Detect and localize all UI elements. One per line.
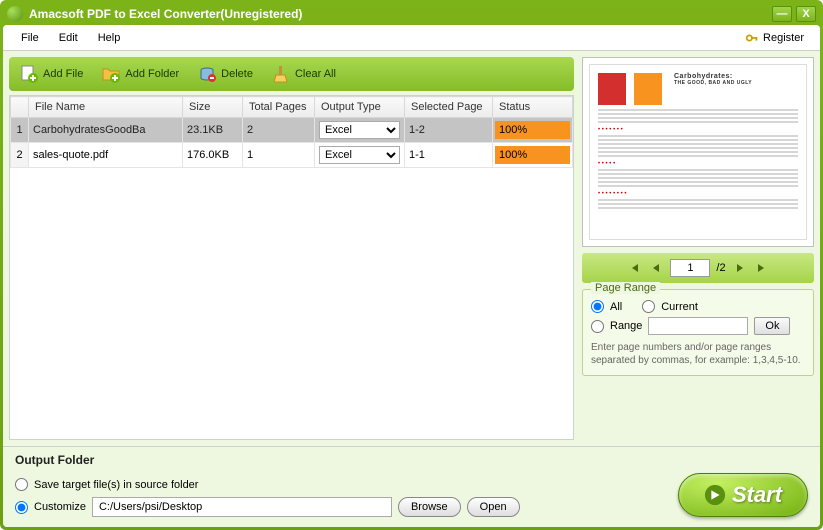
output-folder-label: Output Folder: [15, 453, 808, 467]
app-logo-icon: [7, 6, 23, 22]
page-input[interactable]: [670, 259, 710, 277]
open-button[interactable]: Open: [467, 497, 520, 517]
prev-page-button[interactable]: [648, 260, 664, 276]
document-preview: Carbohydrates: THE GOOD, BAD AND UGLY • …: [589, 64, 807, 240]
add-file-icon: [19, 64, 39, 84]
toolbar: Add File Add Folder Delete Clear All: [9, 57, 574, 91]
clear-all-icon: [271, 64, 291, 84]
output-type-select[interactable]: Excel: [319, 146, 400, 164]
menu-help[interactable]: Help: [88, 28, 131, 48]
col-filename[interactable]: File Name: [29, 97, 183, 118]
menu-edit[interactable]: Edit: [49, 28, 88, 48]
register-link[interactable]: Register: [737, 27, 812, 49]
file-table: File Name Size Total Pages Output Type S…: [10, 96, 573, 168]
menu-file[interactable]: File: [11, 28, 49, 48]
col-status[interactable]: Status: [493, 97, 573, 118]
customize-radio[interactable]: [15, 501, 28, 514]
output-path-input[interactable]: [92, 497, 392, 517]
range-input[interactable]: [648, 317, 748, 335]
status-badge: 100%: [495, 121, 570, 139]
range-current-radio[interactable]: [642, 300, 655, 313]
page-range-group: Page Range All Current Range Ok Enter pa…: [582, 289, 814, 376]
preview-pane: Carbohydrates: THE GOOD, BAD AND UGLY • …: [582, 57, 814, 247]
range-all-radio[interactable]: [591, 300, 604, 313]
next-page-button[interactable]: [732, 260, 748, 276]
range-custom-radio[interactable]: [591, 320, 604, 333]
minimize-button[interactable]: —: [772, 6, 792, 22]
range-ok-button[interactable]: Ok: [754, 317, 790, 335]
delete-button[interactable]: Delete: [197, 64, 253, 84]
key-icon: [745, 31, 759, 45]
col-totalpages[interactable]: Total Pages: [243, 97, 315, 118]
save-in-source-radio[interactable]: [15, 478, 28, 491]
table-row[interactable]: 1 CarbohydratesGoodBa 23.1KB 2 Excel 1-2…: [11, 118, 573, 143]
status-badge: 100%: [495, 146, 570, 164]
first-page-button[interactable]: [626, 260, 642, 276]
col-size[interactable]: Size: [183, 97, 243, 118]
add-folder-icon: [101, 64, 121, 84]
page-total: /2: [716, 262, 725, 274]
range-hint: Enter page numbers and/or page ranges se…: [591, 341, 805, 367]
browse-button[interactable]: Browse: [398, 497, 461, 517]
delete-icon: [197, 64, 217, 84]
clear-all-button[interactable]: Clear All: [271, 64, 336, 84]
col-selectedpage[interactable]: Selected Page: [405, 97, 493, 118]
add-folder-button[interactable]: Add Folder: [101, 64, 179, 84]
last-page-button[interactable]: [754, 260, 770, 276]
register-label: Register: [763, 32, 804, 44]
close-button[interactable]: X: [796, 6, 816, 22]
output-type-select[interactable]: Excel: [319, 121, 400, 139]
add-file-button[interactable]: Add File: [19, 64, 83, 84]
col-outputtype[interactable]: Output Type: [315, 97, 405, 118]
start-arrow-icon: [704, 484, 726, 506]
pager: /2: [582, 253, 814, 283]
start-button[interactable]: Start: [678, 473, 808, 517]
window-title: Amacsoft PDF to Excel Converter(Unregist…: [29, 7, 772, 21]
table-row[interactable]: 2 sales-quote.pdf 176.0KB 1 Excel 1-1 10…: [11, 143, 573, 168]
